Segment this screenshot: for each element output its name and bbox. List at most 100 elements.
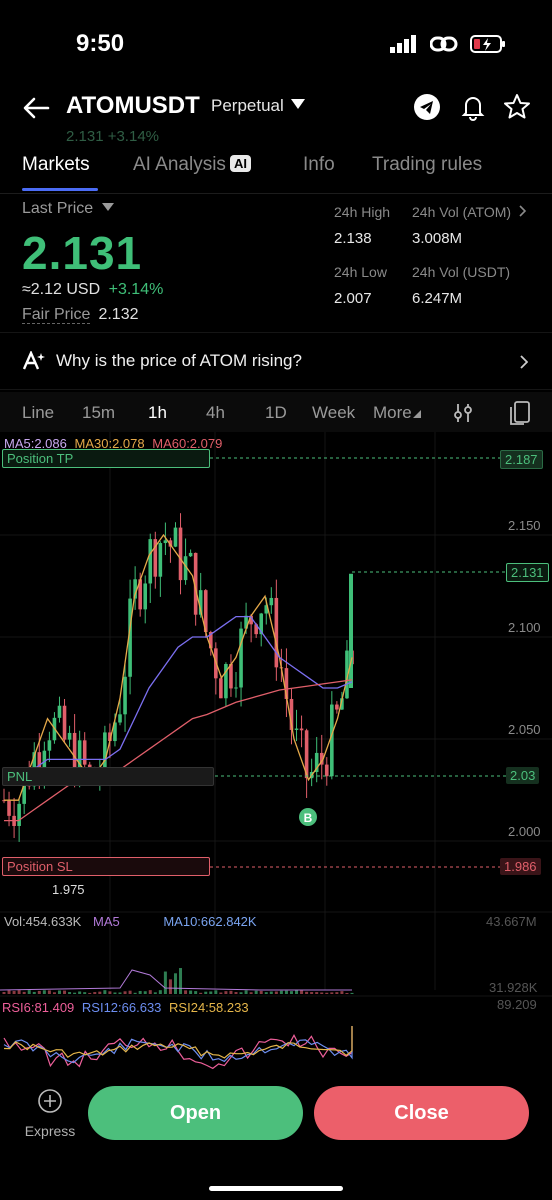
volume-bar [73,992,77,994]
y-axis-2100: 2.100 [508,620,541,635]
volume-bar [108,991,112,994]
volume-bar [12,991,16,994]
price-approx: ≈2.12 USD +3.14% [22,281,163,299]
candle-body [47,740,52,751]
candle-body [173,527,178,547]
stat-low-label: 24h Low [334,264,387,280]
volume-min: 31.928K [489,980,538,995]
caret-down-icon [101,203,114,211]
fair-price-label[interactable]: Fair Price [22,306,91,324]
open-button[interactable]: Open [88,1086,303,1140]
star-icon[interactable] [502,92,532,122]
indicator-settings-icon[interactable] [452,402,474,424]
interval-more[interactable]: More [373,403,421,423]
stat-high-value: 2.138 [334,230,372,247]
volume-bar [52,992,56,994]
volume-bar [88,992,92,994]
volume-bar [330,992,334,994]
stat-vol-atom-label[interactable]: 24h Vol (ATOM) [412,204,527,220]
candle-body [239,628,243,688]
interval-4h[interactable]: 4h [206,403,225,423]
candles [2,513,354,842]
approx-currency: USD [66,281,101,298]
buy-marker-label: B [304,811,313,825]
status-time: 9:50 [76,30,125,57]
candle-body [294,728,299,730]
candlestick-chart[interactable]: B [0,432,552,1082]
candle-body [324,764,329,777]
volume-bar [249,992,253,994]
interval-15m[interactable]: 15m [82,403,115,423]
chevron-right-icon [519,205,527,217]
volume-max: 43.667M [486,914,537,929]
pnl-price-tag: 2.03 [506,767,540,784]
volume-bar [113,992,117,994]
back-arrow-icon[interactable] [20,92,52,124]
volume-bar [57,990,61,994]
fullscreen-icon[interactable] [510,401,532,425]
express-label: Express [24,1123,76,1139]
chevron-right-icon [520,355,528,369]
volume-bar [98,991,102,994]
volume-bar [133,992,137,994]
tab-info[interactable]: Info [303,154,335,176]
telegram-icon[interactable] [412,92,442,122]
ai-icon [22,351,45,370]
tab-ai-analysis[interactable]: AI Analysis AI [133,154,251,176]
close-button[interactable]: Close [314,1086,529,1140]
pair-type[interactable]: Perpetual [211,96,284,116]
home-indicator[interactable] [209,1186,343,1191]
fair-price: Fair Price 2.132 [22,306,139,324]
volume-bar [335,992,339,994]
candle-body [158,543,163,577]
candle-body [57,705,62,718]
volume-bar [279,990,283,994]
volume-bar [143,991,147,994]
position-tp-tag[interactable]: Position TP [2,449,210,468]
tab-markets[interactable]: Markets [22,154,90,176]
volume-bar [148,990,152,994]
battery-icon [470,35,505,53]
volume-bar [305,991,309,994]
volume-bar [345,992,349,994]
express-button[interactable]: Express [18,1088,82,1139]
interval-1d[interactable]: 1D [265,403,287,423]
volume-bar [47,990,51,994]
pair-title[interactable]: ATOMUSDT [66,92,200,120]
rsi-lines [3,1026,353,1070]
volume-bar [83,992,87,994]
candle-body [188,552,193,557]
volume-bar [244,990,248,994]
position-sl-tag[interactable]: Position SL [2,857,210,876]
tab-ai-analysis-label: AI Analysis [133,154,226,175]
approx-value: ≈2.12 [22,281,62,298]
stat-vol-usdt-value: 6.247M [412,290,463,307]
volume-bar [295,990,299,994]
ai-banner[interactable]: Why is the price of ATOM rising? [0,332,552,390]
volume-bar [128,990,132,994]
interval-line[interactable]: Line [22,403,54,423]
tab-trading-rules[interactable]: Trading rules [372,154,482,176]
candle-body [17,803,21,826]
interval-1h[interactable]: 1h [148,403,167,423]
header: ATOMUSDT Perpetual [0,88,552,128]
volume-ma10: MA10:662.842K [163,914,257,929]
volume-bar [229,990,233,994]
chevron-down-icon[interactable] [290,98,306,110]
volume-bar [179,968,183,994]
stat-vol-atom-text: 24h Vol (ATOM) [412,204,512,220]
pnl-tag[interactable]: PNL [2,767,214,786]
volume-bar [189,990,193,994]
ai-badge-icon: AI [229,155,251,172]
candle-body [7,800,11,816]
bell-icon[interactable] [458,92,488,122]
volume-bar [254,990,258,994]
current-price-tag: 2.131 [506,563,549,582]
last-price-selector[interactable]: Last Price [22,200,114,218]
volume-bar [224,991,228,994]
candle-body [62,705,67,740]
interval-week[interactable]: Week [312,403,355,423]
volume-bar [158,990,162,994]
volume-bar [325,992,329,994]
volume-bar [63,990,67,994]
